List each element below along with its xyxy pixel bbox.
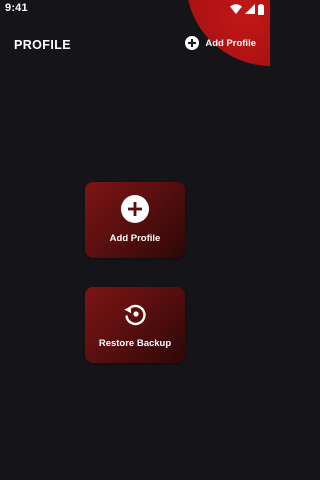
plus-circle-icon <box>185 36 200 50</box>
battery-icon <box>258 3 264 15</box>
add-profile-label: Add Profile <box>109 233 161 244</box>
restore-icon <box>121 300 149 328</box>
plus-circle-icon <box>121 195 149 223</box>
wifi-icon <box>230 4 242 14</box>
restore-backup-card[interactable]: Restore Backup <box>85 287 185 363</box>
profile-screen: 9:41 PROFILE Add Profile Add Profile Res… <box>0 0 270 480</box>
page-title: PROFILE <box>14 38 71 52</box>
restore-backup-label: Restore Backup <box>98 338 172 349</box>
header: PROFILE Add Profile <box>0 30 270 60</box>
status-icons <box>230 3 264 15</box>
signal-icon <box>245 4 255 14</box>
status-time: 9:41 <box>5 2 28 14</box>
header-add-profile-label: Add Profile <box>205 37 256 49</box>
add-profile-card[interactable]: Add Profile <box>85 182 185 258</box>
header-add-profile-button[interactable]: Add Profile <box>185 36 256 50</box>
status-bar: 9:41 <box>0 0 270 18</box>
